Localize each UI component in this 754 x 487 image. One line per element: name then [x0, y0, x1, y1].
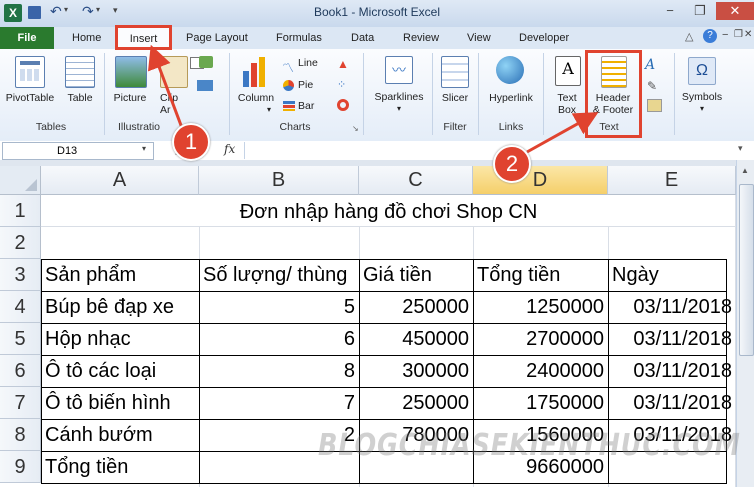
- annotation-arrows: [147, 44, 599, 154]
- watermark: BLOGCHIASEKIENTHUC.COM: [318, 428, 741, 463]
- step-1-callout: 1: [172, 123, 210, 161]
- step-2-callout: 2: [493, 145, 531, 183]
